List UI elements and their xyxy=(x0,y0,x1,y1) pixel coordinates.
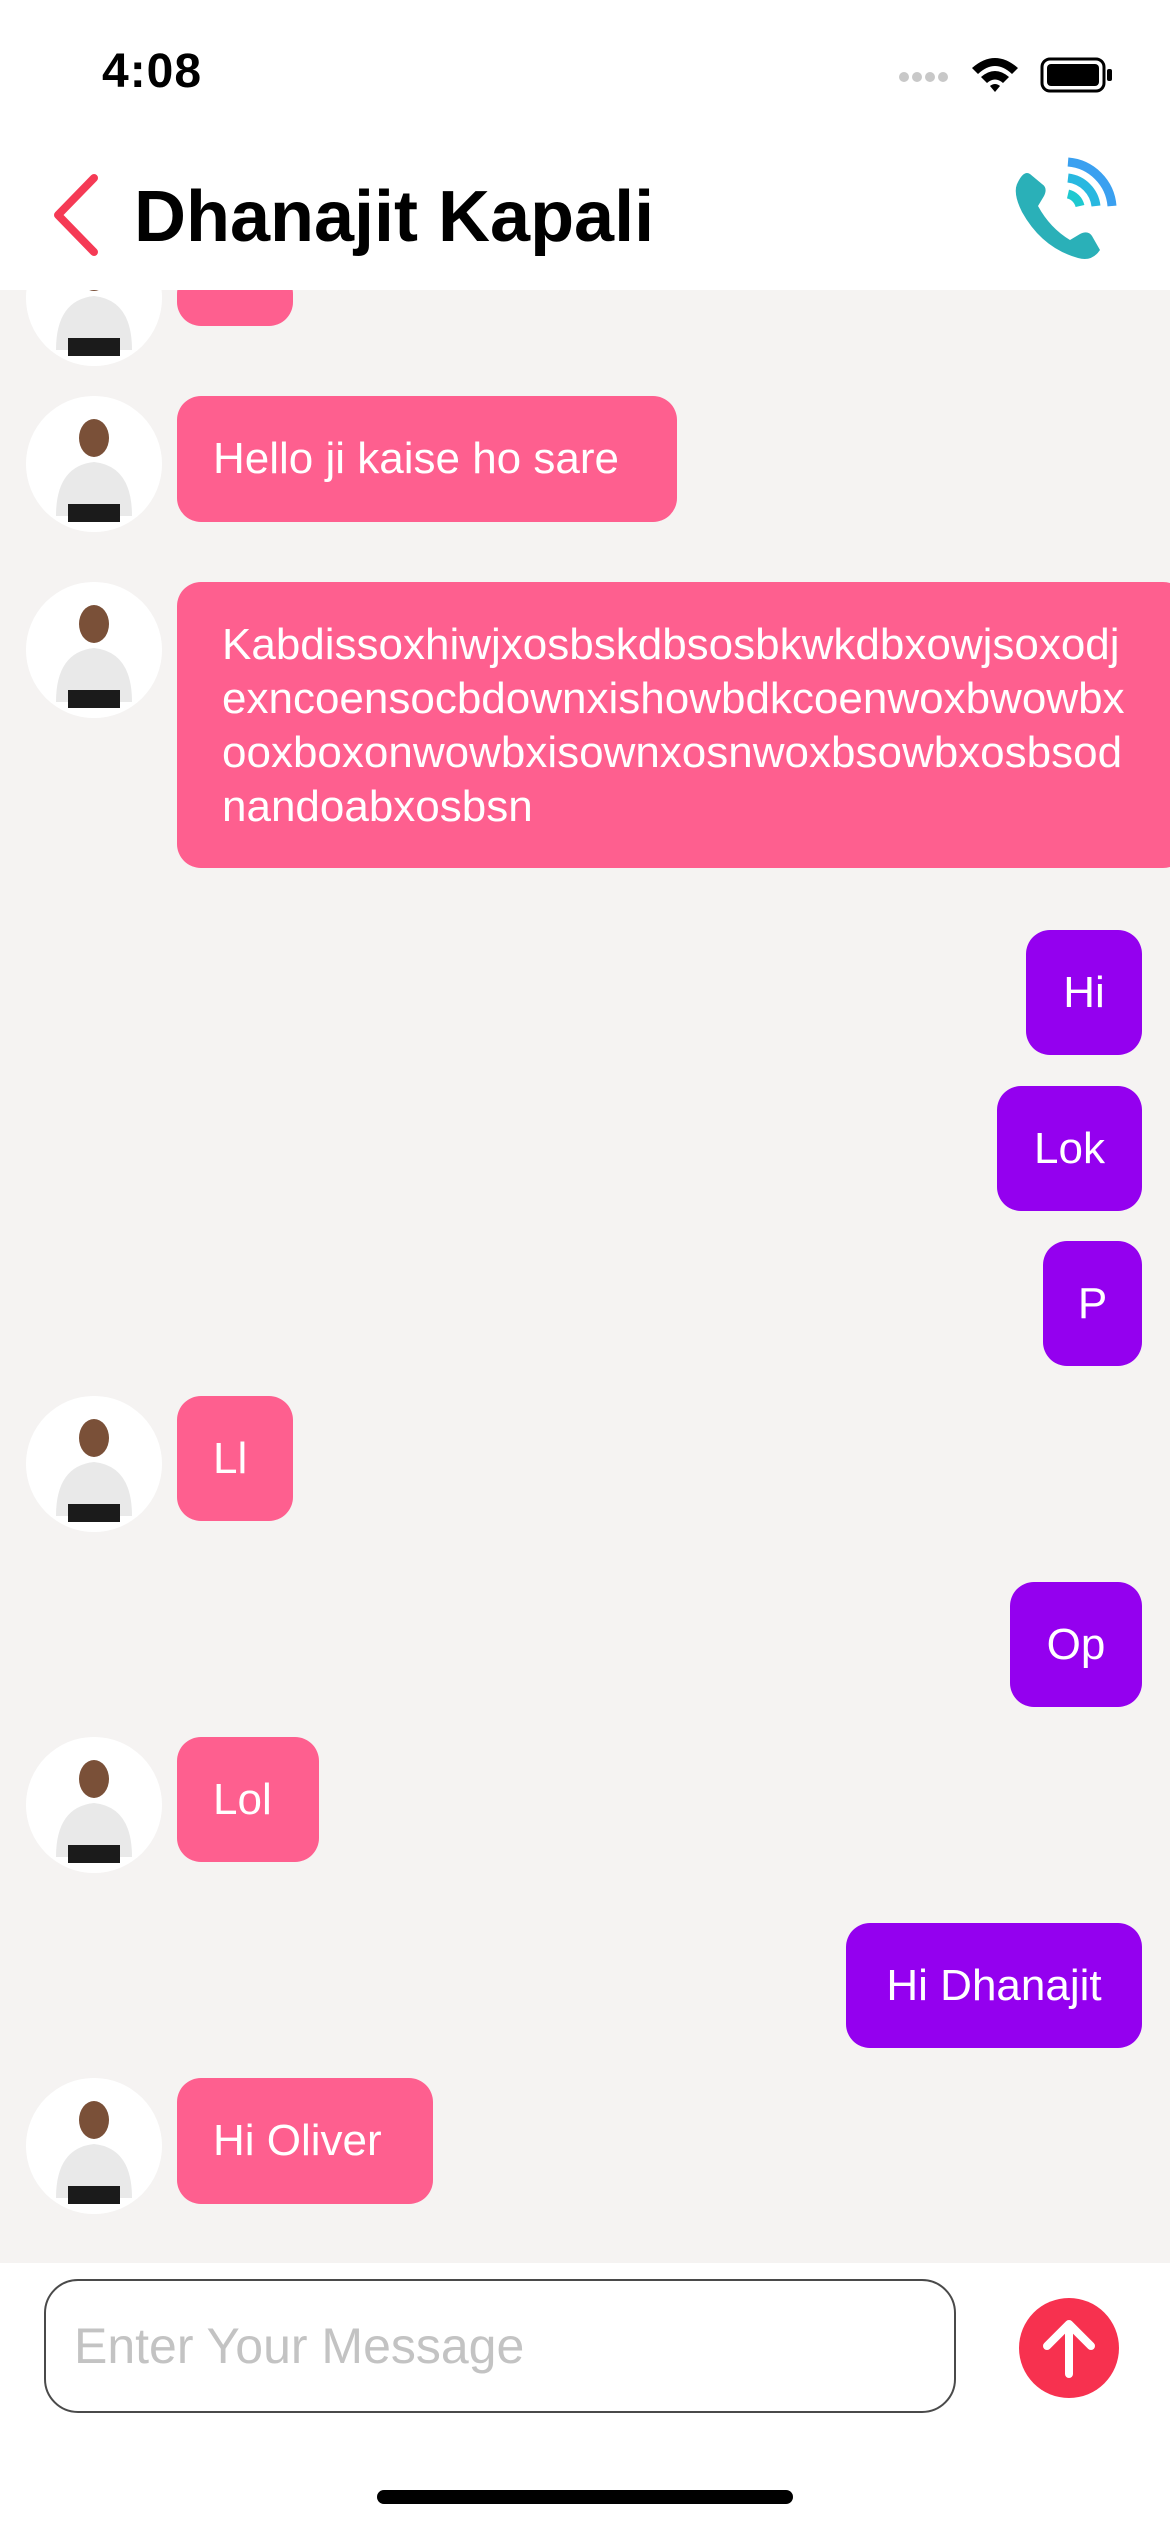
status-time: 4:08 xyxy=(102,45,203,98)
outgoing-message[interactable]: Hi Dhanajit xyxy=(846,1923,1142,2048)
contact-name-title: Dhanajit Kapali xyxy=(134,177,655,257)
contact-avatar xyxy=(26,1737,162,1873)
contact-avatar xyxy=(26,582,162,718)
message-input[interactable] xyxy=(44,2279,956,2413)
back-chevron-icon[interactable] xyxy=(44,170,114,260)
contact-avatar xyxy=(26,290,162,366)
contact-avatar xyxy=(26,2078,162,2214)
outgoing-message[interactable]: P xyxy=(1043,1241,1142,1366)
message-list[interactable]: Hello ji kaise ho sare Kabdissoxhiwjxosb… xyxy=(0,290,1170,2263)
incoming-message[interactable]: Kabdissoxhiwjxosbskdbsosbkwkdbxowjsoxodj… xyxy=(177,582,1170,868)
outgoing-message[interactable]: Hi xyxy=(1026,930,1142,1055)
incoming-message[interactable] xyxy=(177,290,293,326)
incoming-message[interactable]: Ll xyxy=(177,1396,293,1521)
contact-avatar xyxy=(26,396,162,532)
battery-icon xyxy=(1040,57,1112,93)
chat-header: Dhanajit Kapali xyxy=(0,140,1170,290)
incoming-message[interactable]: Lol xyxy=(177,1737,319,1862)
status-icons xyxy=(898,52,1114,98)
contact-avatar xyxy=(26,1396,162,1532)
incoming-message[interactable]: Hello ji kaise ho sare xyxy=(177,396,677,522)
outgoing-message[interactable]: Lok xyxy=(997,1086,1142,1211)
incoming-message[interactable]: Hi Oliver xyxy=(177,2078,433,2204)
status-bar: 4:08 xyxy=(0,0,1170,140)
phone-call-icon[interactable] xyxy=(1008,156,1118,266)
wifi-icon xyxy=(972,58,1018,92)
outgoing-message[interactable]: Op xyxy=(1010,1582,1142,1707)
cellular-signal-icon xyxy=(899,72,948,82)
arrow-up-icon xyxy=(1043,2320,1095,2378)
home-indicator xyxy=(377,2490,793,2504)
send-button[interactable] xyxy=(1019,2298,1119,2398)
